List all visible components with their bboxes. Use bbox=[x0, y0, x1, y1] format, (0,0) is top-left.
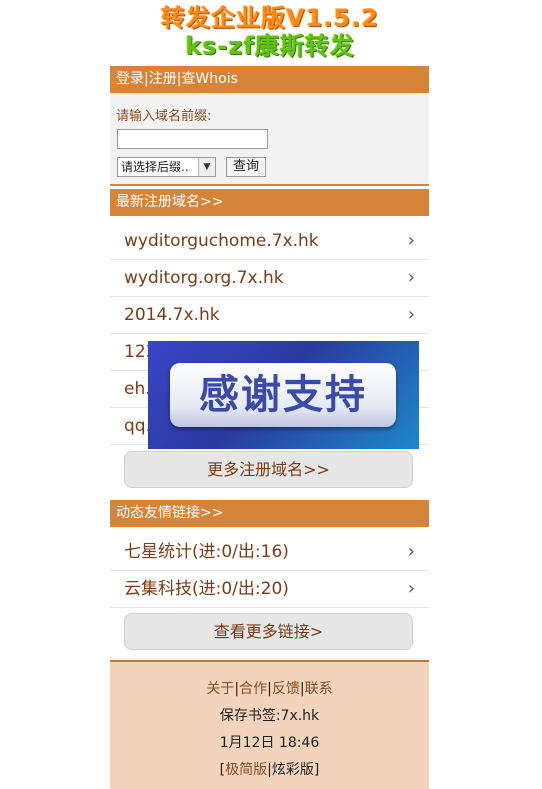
domain-link[interactable]: 2014.7x.hk bbox=[124, 305, 220, 325]
simple-version-link[interactable]: 极简版 bbox=[225, 762, 267, 778]
query-button[interactable]: 查询 bbox=[226, 157, 266, 177]
list-item[interactable]: 2014.7x.hk › bbox=[110, 297, 429, 334]
logo-subtitle: ks-zf康斯转发 bbox=[185, 32, 355, 60]
domain-link[interactable]: eh. bbox=[124, 379, 151, 399]
fancy-version-label: 炫彩版 bbox=[271, 762, 314, 778]
friend-link[interactable]: 云集科技(进:0/出:20) bbox=[124, 579, 289, 599]
latest-domains-header[interactable]: 最新注册域名>> bbox=[110, 189, 429, 216]
suffix-select-value: 请选择后缀.. bbox=[121, 160, 189, 174]
domain-link[interactable]: wyditorg.org.7x.hk bbox=[124, 268, 284, 288]
footer-datetime: 1月12日 18:46 bbox=[219, 735, 320, 751]
about-link[interactable]: 关于 bbox=[206, 681, 234, 697]
chevron-down-icon: ▼ bbox=[198, 158, 215, 176]
friend-link[interactable]: 七星统计(进:0/出:16) bbox=[124, 542, 289, 562]
domain-link[interactable]: wyditorguchome.7x.hk bbox=[124, 231, 319, 251]
list-item[interactable]: 云集科技(进:0/出:20) › bbox=[110, 571, 429, 608]
thanks-banner[interactable]: 感谢支持 bbox=[148, 341, 419, 449]
domain-prefix-label: 请输入域名前缀: bbox=[116, 109, 212, 124]
more-domains-button[interactable]: 更多注册域名>> bbox=[124, 451, 413, 488]
list-item[interactable]: wyditorguchome.7x.hk › bbox=[110, 223, 429, 260]
chevron-right-icon: › bbox=[407, 230, 415, 251]
whois-link[interactable]: 查Whois bbox=[181, 71, 237, 87]
list-item[interactable]: wyditorg.org.7x.hk › bbox=[110, 260, 429, 297]
login-link[interactable]: 登录 bbox=[116, 71, 144, 87]
cooperate-link[interactable]: 合作 bbox=[239, 681, 267, 697]
list-item[interactable]: 七星统计(进:0/出:16) › bbox=[110, 534, 429, 571]
version-switcher: [极简版|炫彩版] bbox=[110, 759, 429, 779]
friend-links-header[interactable]: 动态友情链接>> bbox=[110, 500, 429, 527]
contact-link[interactable]: 联系 bbox=[305, 681, 333, 697]
domain-prefix-input[interactable] bbox=[117, 129, 268, 149]
domain-link[interactable]: qq. bbox=[124, 416, 151, 436]
bookmark-text: 保存书签:7x.hk bbox=[219, 708, 320, 724]
bracket: ] bbox=[313, 762, 320, 778]
top-nav-bar: 登录|注册|查Whois bbox=[110, 66, 429, 93]
feedback-link[interactable]: 反馈 bbox=[272, 681, 300, 697]
footer-links: 关于|合作|反馈|联系 bbox=[110, 678, 429, 698]
domain-search-panel: 请输入域名前缀: 请选择后缀.. ▼ 查询 bbox=[110, 93, 429, 186]
logo-title: 转发企业版V1.5.2 bbox=[161, 4, 379, 32]
chevron-right-icon: › bbox=[407, 578, 415, 599]
register-link[interactable]: 注册 bbox=[149, 71, 177, 87]
site-logo[interactable]: 转发企业版V1.5.2 ks-zf康斯转发 bbox=[110, 4, 430, 62]
chevron-right-icon: › bbox=[407, 541, 415, 562]
page-footer: 关于|合作|反馈|联系 保存书签:7x.hk 1月12日 18:46 [极简版|… bbox=[110, 660, 429, 789]
more-links-button[interactable]: 查看更多链接> bbox=[124, 613, 413, 650]
suffix-select[interactable]: 请选择后缀.. ▼ bbox=[117, 157, 216, 177]
chevron-right-icon: › bbox=[407, 304, 415, 325]
friend-links-list: 七星统计(进:0/出:16) › 云集科技(进:0/出:20) › bbox=[110, 534, 429, 608]
chevron-right-icon: › bbox=[407, 267, 415, 288]
thanks-banner-text: 感谢支持 bbox=[170, 363, 396, 427]
